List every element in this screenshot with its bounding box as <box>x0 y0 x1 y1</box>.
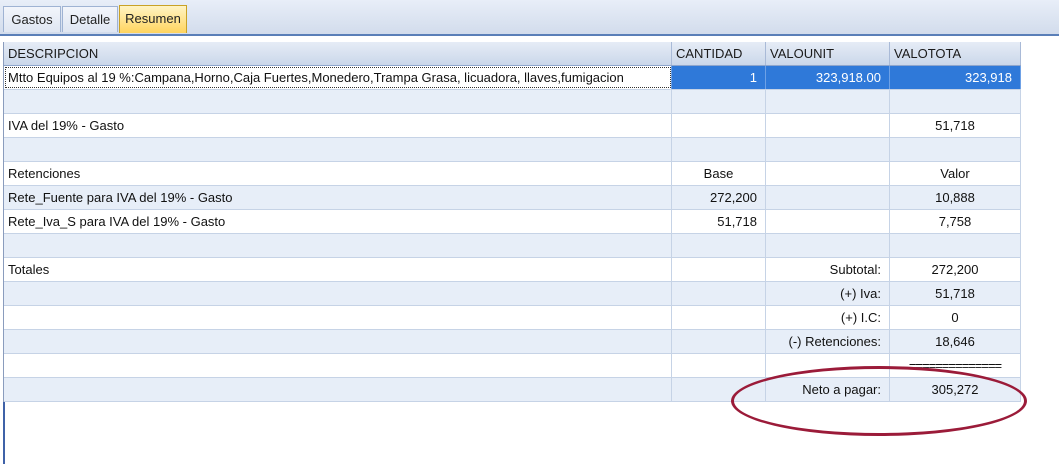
cell-valotota[interactable] <box>890 90 1021 113</box>
cell-descripcion[interactable] <box>4 138 672 161</box>
cell-descripcion[interactable] <box>4 330 672 353</box>
cell-valounit[interactable] <box>766 90 890 113</box>
grid-header-row: DESCRIPCION CANTIDAD VALOUNIT VALOTOTA <box>4 42 1021 66</box>
cell-cantidad[interactable] <box>672 282 766 305</box>
cell-valotota[interactable]: 51,718 <box>890 114 1021 137</box>
cell-valounit[interactable]: (-) Retenciones: <box>766 330 890 353</box>
column-header-valotota[interactable]: VALOTOTA <box>890 42 1021 65</box>
column-header-valounit[interactable]: VALOUNIT <box>766 42 890 65</box>
cell-descripcion[interactable] <box>4 282 672 305</box>
cell-descripcion[interactable]: Retenciones <box>4 162 672 185</box>
cell-cantidad[interactable]: 272,200 <box>672 186 766 209</box>
cell-valotota[interactable]: 272,200 <box>890 258 1021 281</box>
cell-valotota[interactable]: 51,718 <box>890 282 1021 305</box>
cell-cantidad[interactable] <box>672 378 766 401</box>
cell-valounit[interactable] <box>766 138 890 161</box>
cell-valounit[interactable] <box>766 210 890 233</box>
cell-valounit[interactable]: 323,918.00 <box>766 66 890 89</box>
table-row[interactable]: Rete_Fuente para IVA del 19% - Gasto 272… <box>4 186 1021 210</box>
table-row[interactable]: (-) Retenciones: 18,646 <box>4 330 1021 354</box>
cell-descripcion[interactable]: Rete_Iva_S para IVA del 19% - Gasto <box>4 210 672 233</box>
cell-valounit[interactable] <box>766 162 890 185</box>
table-row[interactable]: Rete_Iva_S para IVA del 19% - Gasto 51,7… <box>4 210 1021 234</box>
cell-valounit[interactable] <box>766 354 890 377</box>
cell-cantidad[interactable] <box>672 258 766 281</box>
cell-cantidad[interactable] <box>672 138 766 161</box>
cell-cantidad[interactable] <box>672 234 766 257</box>
cell-descripcion[interactable] <box>4 306 672 329</box>
cell-valounit[interactable] <box>766 114 890 137</box>
cell-descripcion[interactable]: IVA del 19% - Gasto <box>4 114 672 137</box>
cell-cantidad[interactable] <box>672 306 766 329</box>
table-row[interactable]: Totales Subtotal: 272,200 <box>4 258 1021 282</box>
table-row-selected[interactable]: Mtto Equipos al 19 %:Campana,Horno,Caja … <box>4 66 1021 90</box>
tab-resumen[interactable]: Resumen <box>119 5 187 33</box>
cell-cantidad[interactable]: 51,718 <box>672 210 766 233</box>
cell-valounit[interactable]: Neto a pagar: <box>766 378 890 401</box>
table-row[interactable]: IVA del 19% - Gasto 51,718 <box>4 114 1021 138</box>
cell-cantidad[interactable]: Base <box>672 162 766 185</box>
table-row[interactable]: ============== <box>4 354 1021 378</box>
cell-descripcion[interactable]: Rete_Fuente para IVA del 19% - Gasto <box>4 186 672 209</box>
cell-descripcion[interactable]: Mtto Equipos al 19 %:Campana,Horno,Caja … <box>4 66 672 89</box>
cell-cantidad[interactable] <box>672 114 766 137</box>
cell-descripcion[interactable]: Totales <box>4 258 672 281</box>
table-row[interactable]: (+) Iva: 51,718 <box>4 282 1021 306</box>
table-row[interactable]: (+) I.C: 0 <box>4 306 1021 330</box>
cell-valotota[interactable]: 10,888 <box>890 186 1021 209</box>
cell-descripcion[interactable] <box>4 234 672 257</box>
cell-valounit[interactable]: Subtotal: <box>766 258 890 281</box>
cell-valotota[interactable]: 18,646 <box>890 330 1021 353</box>
tab-strip: Gastos Detalle Resumen <box>0 0 1059 36</box>
table-row[interactable] <box>4 138 1021 162</box>
cell-valotota[interactable]: 7,758 <box>890 210 1021 233</box>
cell-valounit[interactable]: (+) I.C: <box>766 306 890 329</box>
cell-valotota[interactable]: 305,272 <box>890 378 1021 401</box>
cell-cantidad[interactable] <box>672 330 766 353</box>
cell-cantidad[interactable]: 1 <box>672 66 766 89</box>
table-row[interactable] <box>4 90 1021 114</box>
tab-gastos[interactable]: Gastos <box>3 6 61 32</box>
cell-valounit[interactable]: (+) Iva: <box>766 282 890 305</box>
summary-grid: DESCRIPCION CANTIDAD VALOUNIT VALOTOTA M… <box>3 42 1021 402</box>
cell-descripcion[interactable] <box>4 354 672 377</box>
tab-detalle[interactable]: Detalle <box>62 6 118 32</box>
table-row[interactable] <box>4 234 1021 258</box>
cell-cantidad[interactable] <box>672 354 766 377</box>
cell-valotota[interactable]: Valor <box>890 162 1021 185</box>
table-row-neto[interactable]: Neto a pagar: 305,272 <box>4 378 1021 402</box>
cell-descripcion[interactable] <box>4 378 672 401</box>
cell-valotota[interactable] <box>890 138 1021 161</box>
cell-valounit[interactable] <box>766 186 890 209</box>
cell-valotota-separator[interactable]: ============== <box>890 354 1021 377</box>
cell-valotota[interactable]: 0 <box>890 306 1021 329</box>
cell-valounit[interactable] <box>766 234 890 257</box>
cell-valotota[interactable] <box>890 234 1021 257</box>
column-header-cantidad[interactable]: CANTIDAD <box>672 42 766 65</box>
cell-cantidad[interactable] <box>672 90 766 113</box>
table-row[interactable]: Retenciones Base Valor <box>4 162 1021 186</box>
cell-valotota[interactable]: 323,918 <box>890 66 1021 89</box>
cell-descripcion[interactable] <box>4 90 672 113</box>
column-header-descripcion[interactable]: DESCRIPCION <box>4 42 672 65</box>
